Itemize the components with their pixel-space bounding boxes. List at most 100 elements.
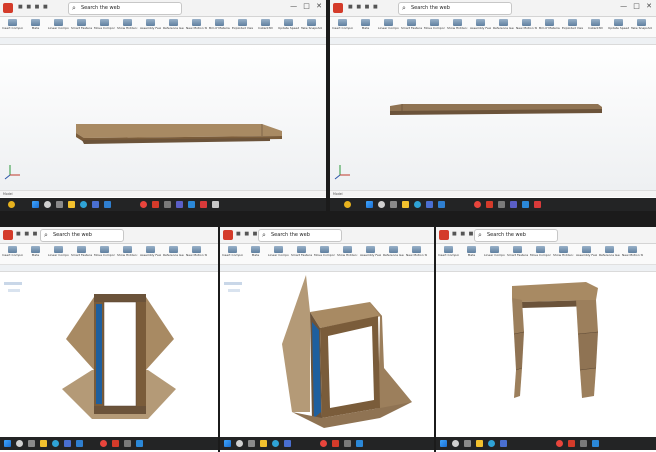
app-icon[interactable] (534, 201, 541, 208)
chrome-icon[interactable] (556, 440, 563, 447)
store-icon[interactable] (500, 440, 507, 447)
solidworks-logo-icon[interactable] (223, 230, 233, 240)
teams-icon[interactable] (510, 201, 517, 208)
solidworks-icon[interactable] (568, 440, 575, 447)
solidworks-icon[interactable] (152, 201, 159, 208)
ribbon-button[interactable]: Move Component (94, 17, 115, 31)
ribbon-button[interactable]: Show Hidden Components (337, 244, 358, 258)
ribbon-button[interactable]: Show Hidden Components (447, 17, 468, 31)
window-controls[interactable]: — □ ✕ (620, 2, 654, 10)
quick-access-toolbar[interactable]: ■ ■ ■ (236, 231, 258, 237)
ribbon-button[interactable]: Insert Components (438, 244, 459, 258)
app-icon[interactable] (212, 201, 219, 208)
search-box[interactable]: ⌕ Search the web (68, 2, 182, 15)
ribbon-button[interactable]: Show Hidden Components (117, 244, 138, 258)
solidworks-logo-icon[interactable] (333, 3, 343, 13)
file-explorer-icon[interactable] (40, 440, 47, 447)
photos-icon[interactable] (356, 440, 363, 447)
ribbon-button[interactable]: New Motion Study (622, 244, 643, 258)
photos-icon[interactable] (188, 201, 195, 208)
ribbon-button[interactable]: Insert Components (2, 244, 23, 258)
settings-icon[interactable] (580, 440, 587, 447)
model-tab[interactable]: Model (333, 192, 343, 196)
start-icon[interactable] (224, 440, 231, 447)
settings-icon[interactable] (344, 440, 351, 447)
ribbon-button[interactable]: Mate (25, 244, 46, 258)
search-icon[interactable] (16, 440, 23, 447)
ribbon-button[interactable]: Smart Fasteners (291, 244, 312, 258)
teams-icon[interactable] (176, 201, 183, 208)
photos-icon[interactable] (136, 440, 143, 447)
ribbon-button[interactable]: Mate (355, 17, 376, 31)
chrome-icon[interactable] (474, 201, 481, 208)
ribbon-button[interactable]: Reference Geometry (493, 17, 514, 31)
chrome-icon[interactable] (100, 440, 107, 447)
graphics-area[interactable] (436, 272, 656, 436)
ribbon-button[interactable]: Insert Components (222, 244, 243, 258)
mail-icon[interactable] (76, 440, 83, 447)
file-explorer-icon[interactable] (68, 201, 75, 208)
start-icon[interactable] (440, 440, 447, 447)
ribbon-button[interactable]: Mate (25, 17, 46, 31)
photos-icon[interactable] (592, 440, 599, 447)
quick-access-toolbar[interactable]: ■ ■ ■ ■ (348, 4, 379, 10)
ribbon-button[interactable]: Smart Fasteners (507, 244, 528, 258)
search-box[interactable]: ⌕ Search the web (40, 229, 124, 242)
ribbon-button[interactable]: Take Snapshot (301, 17, 322, 31)
ribbon-button[interactable]: Linear Component Pattern (268, 244, 289, 258)
ribbon-button[interactable]: Assembly Features (140, 244, 161, 258)
ribbon-button[interactable]: Move Component (94, 244, 115, 258)
ribbon-button[interactable]: New Motion Study (186, 244, 207, 258)
ribbon-button[interactable]: Assembly Features (360, 244, 381, 258)
start-icon[interactable] (32, 201, 39, 208)
ribbon-button[interactable]: New Motion Study (516, 17, 537, 31)
search-icon[interactable] (378, 201, 385, 208)
solidworks-logo-icon[interactable] (439, 230, 449, 240)
store-icon[interactable] (284, 440, 291, 447)
ribbon-button[interactable]: Take Snapshot (631, 17, 652, 31)
file-explorer-icon[interactable] (402, 201, 409, 208)
ribbon-button[interactable]: Show Hidden Components (117, 17, 138, 31)
ribbon-button[interactable]: Insert Components (332, 17, 353, 31)
edge-icon[interactable] (80, 201, 87, 208)
ribbon-button[interactable]: Move Component (314, 244, 335, 258)
ribbon-button[interactable]: Move Component (530, 244, 551, 258)
start-icon[interactable] (4, 440, 11, 447)
model-tab[interactable]: Model (3, 192, 13, 196)
ribbon-button[interactable]: Instant3D (585, 17, 606, 31)
mail-icon[interactable] (438, 201, 445, 208)
ribbon-button[interactable]: Exploded View (562, 17, 583, 31)
edge-icon[interactable] (488, 440, 495, 447)
ribbon-button[interactable]: Reference Geometry (163, 17, 184, 31)
window-controls[interactable]: — □ ✕ (290, 2, 324, 10)
search-box[interactable]: ⌕ Search the web (474, 229, 558, 242)
quick-access-toolbar[interactable]: ■ ■ ■ (16, 231, 38, 237)
solidworks-logo-icon[interactable] (3, 3, 13, 13)
task-view-icon[interactable] (28, 440, 35, 447)
ribbon-button[interactable]: Instant3D (255, 17, 276, 31)
edge-icon[interactable] (272, 440, 279, 447)
ribbon-button[interactable]: Bill of Materials (209, 17, 230, 31)
solidworks-logo-icon[interactable] (3, 230, 13, 240)
ribbon-button[interactable]: New Motion Study (186, 17, 207, 31)
search-icon[interactable] (44, 201, 51, 208)
search-box[interactable]: ⌕ Search the web (398, 2, 512, 15)
settings-icon[interactable] (498, 201, 505, 208)
start-icon[interactable] (366, 201, 373, 208)
ribbon-button[interactable]: Bill of Materials (539, 17, 560, 31)
photos-icon[interactable] (522, 201, 529, 208)
ribbon-button[interactable]: Assembly Features (140, 17, 161, 31)
ribbon-button[interactable]: Linear Component Pattern (378, 17, 399, 31)
settings-icon[interactable] (164, 201, 171, 208)
file-explorer-icon[interactable] (260, 440, 267, 447)
edge-icon[interactable] (52, 440, 59, 447)
edge-icon[interactable] (414, 201, 421, 208)
solidworks-icon[interactable] (332, 440, 339, 447)
ribbon-button[interactable]: Linear Component Pattern (48, 17, 69, 31)
ribbon-button[interactable]: Mate (245, 244, 266, 258)
store-icon[interactable] (92, 201, 99, 208)
solidworks-icon[interactable] (112, 440, 119, 447)
ribbon-button[interactable]: Update SpeedPak (278, 17, 299, 31)
ribbon-button[interactable]: Assembly Features (576, 244, 597, 258)
ribbon-button[interactable]: Exploded View (232, 17, 253, 31)
